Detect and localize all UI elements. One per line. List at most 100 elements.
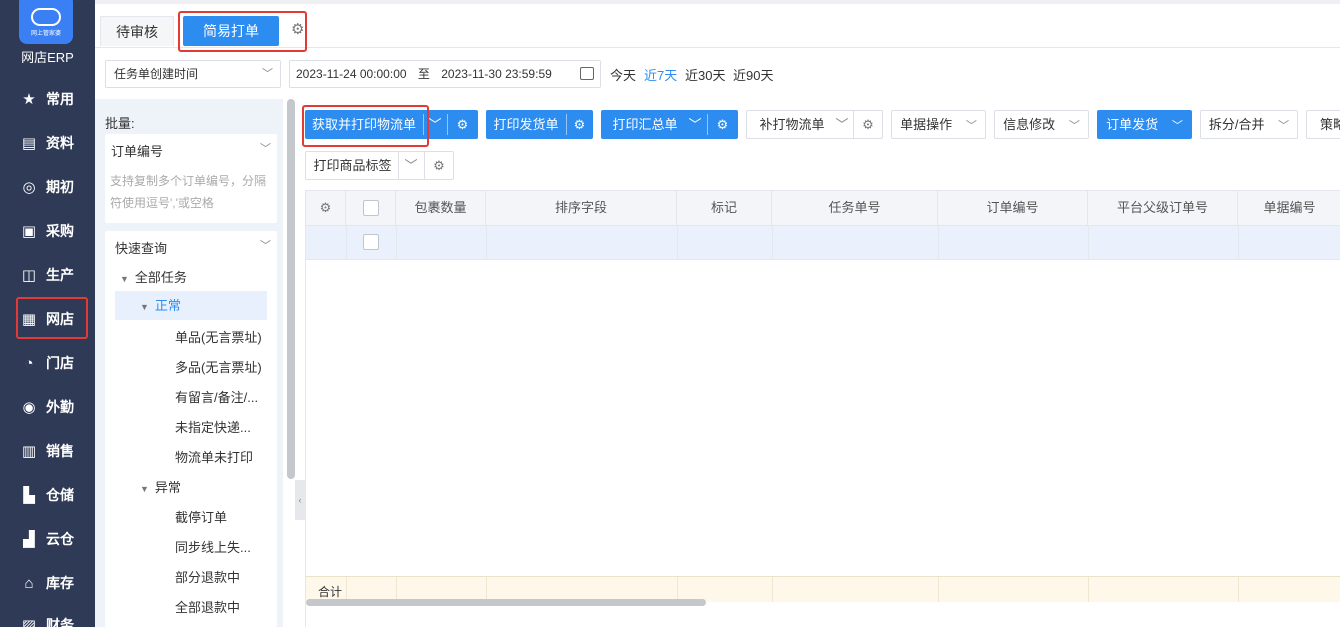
- reprint-logistics-button[interactable]: 补打物流单: [747, 111, 837, 138]
- end-date: 2023-11-30 23:59:59: [441, 67, 552, 81]
- target-icon: ◎: [22, 179, 36, 196]
- col-order-no[interactable]: 订单编号: [938, 191, 1088, 225]
- gear-icon[interactable]: ⚙: [853, 111, 883, 138]
- nav-item-common[interactable]: ★ 常用: [0, 77, 95, 121]
- doc-ops-label: 单据操作: [900, 117, 953, 132]
- nav-item-production[interactable]: ◫ 生产: [0, 253, 95, 297]
- nav-label: 财务: [46, 617, 74, 627]
- nav-item-cloud-warehouse[interactable]: ▟ 云仓: [0, 517, 95, 561]
- get-print-logistics-group: 获取并打印物流单 ﹀ ⚙: [305, 110, 478, 139]
- col-doc-no[interactable]: 单据编号: [1238, 191, 1340, 225]
- tab-pending-review[interactable]: 待审核: [100, 16, 174, 46]
- tree-item-normal[interactable]: 物流单未打印: [175, 447, 253, 466]
- chevron-down-icon: ﹀: [1068, 120, 1080, 132]
- info-modify-dropdown[interactable]: 信息修改 ﹀: [994, 110, 1089, 139]
- col-parent-order-no[interactable]: 平台父级订单号: [1088, 191, 1238, 225]
- chevron-down-icon[interactable]: ﹀: [260, 237, 271, 253]
- chevron-down-icon[interactable]: ﹀: [683, 110, 707, 139]
- nav-item-sales[interactable]: ▥ 销售: [0, 429, 95, 473]
- col-task-no[interactable]: 任务单号: [772, 191, 938, 225]
- strategy-button[interactable]: 策略: [1306, 110, 1340, 139]
- calendar-icon[interactable]: [580, 67, 594, 80]
- gear-icon[interactable]: ⚙: [291, 22, 307, 38]
- row-checkbox[interactable]: [363, 234, 379, 250]
- cell-divider: [396, 226, 397, 259]
- cell-divider: [938, 226, 939, 259]
- quick-today[interactable]: 今天: [610, 65, 636, 84]
- gear-icon[interactable]: ⚙: [447, 110, 478, 139]
- col-package-count[interactable]: 包裹数量: [396, 191, 486, 225]
- col-mark[interactable]: 标记: [677, 191, 772, 225]
- nav-item-store[interactable]: ◔ 门店: [0, 341, 95, 385]
- nav-item-shop[interactable]: ▦ 网店: [0, 297, 95, 341]
- date-type-select[interactable]: 任务单创建时间 ﹀: [105, 60, 281, 88]
- split-merge-dropdown[interactable]: 拆分/合并 ﹀: [1200, 110, 1298, 139]
- gear-icon[interactable]: ⚙: [566, 110, 593, 139]
- chart-icon: ▥: [21, 443, 37, 460]
- app-logo[interactable]: 网上管家婆: [19, 0, 73, 44]
- tab-simple-print[interactable]: 简易打单: [183, 16, 279, 46]
- panel-scrollbar[interactable]: [287, 99, 295, 479]
- column-settings-icon[interactable]: ⚙: [306, 191, 346, 225]
- batch-input-hint[interactable]: 支持复制多个订单编号，分隔符使用逗号','或空格: [110, 170, 272, 214]
- chevron-down-icon[interactable]: ﹀: [831, 111, 853, 138]
- tree-normal[interactable]: ▼ 正常: [115, 291, 267, 320]
- nav-label: 库存: [46, 575, 74, 591]
- tree-item-normal[interactable]: 未指定快递...: [175, 417, 251, 436]
- quick-30days[interactable]: 近30天: [685, 65, 725, 84]
- gear-icon[interactable]: ⚙: [707, 110, 738, 139]
- cloud-warehouse-icon: ▟: [23, 531, 35, 548]
- collapse-panel-button[interactable]: ‹: [295, 480, 305, 520]
- select-all-checkbox[interactable]: [363, 200, 379, 216]
- col-sort-field[interactable]: 排序字段: [486, 191, 677, 225]
- print-summary-button[interactable]: 打印汇总单: [601, 110, 689, 139]
- home-icon: ⌂: [24, 574, 34, 592]
- cell-divider: [1088, 577, 1089, 602]
- cell-divider: [346, 226, 347, 259]
- quick-7days[interactable]: 近7天: [644, 65, 677, 84]
- nav-item-field[interactable]: ◉ 外勤: [0, 385, 95, 429]
- chevron-down-icon[interactable]: ﹀: [398, 152, 424, 179]
- quick-90days[interactable]: 近90天: [733, 65, 773, 84]
- tree-all-tasks[interactable]: ▼ 全部任务: [120, 267, 187, 286]
- nav-item-data[interactable]: ▤ 资料: [0, 121, 95, 165]
- caret-down-icon: ▼: [140, 484, 149, 494]
- finance-icon: ▨: [21, 617, 37, 627]
- tree-item-abnormal[interactable]: 截停订单: [175, 507, 227, 526]
- tree-abnormal[interactable]: ▼ 异常: [140, 477, 181, 496]
- date-range-picker[interactable]: 2023-11-24 00:00:00 至 2023-11-30 23:59:5…: [289, 60, 601, 88]
- tree-item-abnormal[interactable]: 同步线上失...: [175, 537, 251, 556]
- cell-divider: [1238, 577, 1239, 602]
- print-delivery-button[interactable]: 打印发货单: [486, 110, 566, 139]
- get-print-logistics-button[interactable]: 获取并打印物流单: [305, 110, 423, 139]
- tree-item-normal[interactable]: 单品(无言票址): [175, 327, 262, 346]
- tree-item-abnormal[interactable]: 部分退款中: [175, 567, 240, 586]
- nav-item-initial[interactable]: ◎ 期初: [0, 165, 95, 209]
- warehouse-icon: ▙: [23, 487, 35, 504]
- range-separator: 至: [417, 67, 430, 81]
- nav-item-inventory[interactable]: ⌂ 库存: [0, 561, 95, 605]
- table-header: ⚙ 包裹数量 排序字段 标记 任务单号 订单编号 平台父级订单号 单据编号: [306, 190, 1340, 226]
- print-product-label-button[interactable]: 打印商品标签: [306, 152, 399, 179]
- nav-label: 采购: [46, 223, 74, 239]
- nav-item-finance[interactable]: ▨ 财务: [0, 603, 95, 627]
- table-row[interactable]: [306, 226, 1340, 260]
- doc-ops-dropdown[interactable]: 单据操作 ﹀: [891, 110, 986, 139]
- nav-item-warehouse[interactable]: ▙ 仓储: [0, 473, 95, 517]
- nav-label: 门店: [46, 355, 74, 371]
- tree-item-abnormal[interactable]: 全部退款中: [175, 597, 240, 616]
- tree-item-normal[interactable]: 多品(无言票址): [175, 357, 262, 376]
- nav-label: 期初: [46, 179, 74, 195]
- gear-icon[interactable]: ⚙: [424, 152, 454, 179]
- chevron-down-icon[interactable]: ﹀: [423, 110, 447, 139]
- order-field-select[interactable]: 订单编号: [111, 141, 163, 160]
- table-horizontal-scrollbar[interactable]: [306, 599, 706, 606]
- order-ship-dropdown[interactable]: 订单发货 ﹀: [1097, 110, 1192, 139]
- cart-icon: ▣: [21, 223, 37, 240]
- nav-label: 网店: [46, 311, 74, 327]
- print-summary-group: 打印汇总单 ﹀ ⚙: [601, 110, 738, 139]
- tree-item-normal[interactable]: 有留言/备注/...: [175, 387, 258, 406]
- print-delivery-group: 打印发货单 ⚙: [486, 110, 593, 139]
- cloud-logo-icon: [31, 7, 61, 26]
- nav-item-purchase[interactable]: ▣ 采购: [0, 209, 95, 253]
